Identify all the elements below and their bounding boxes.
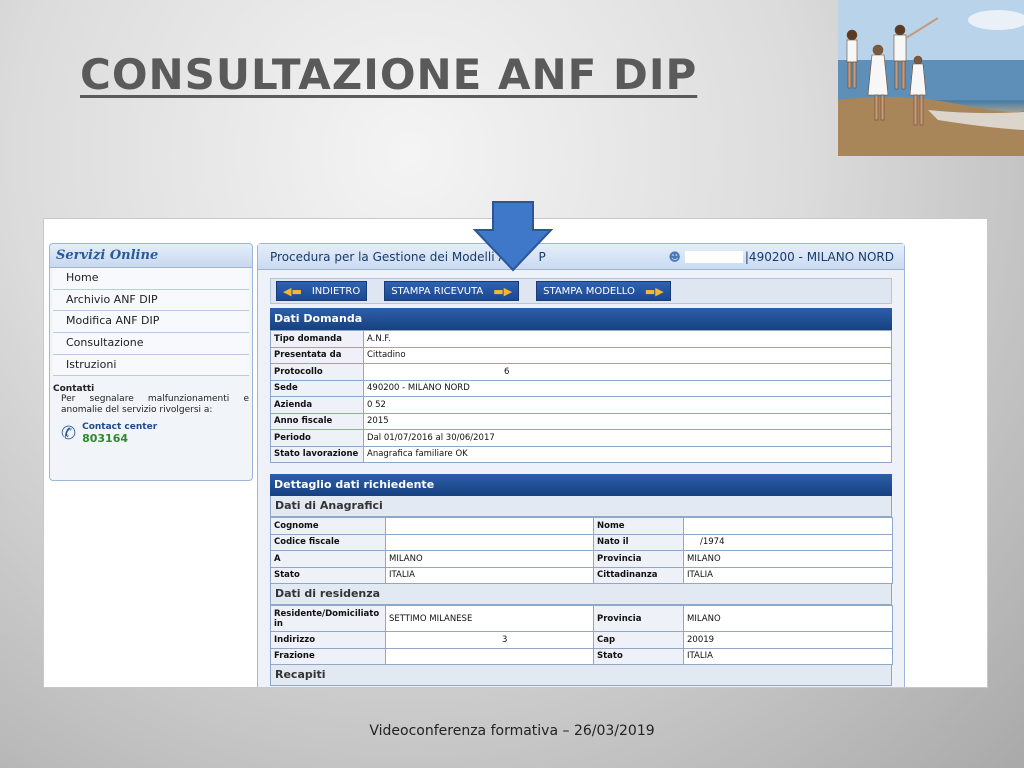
subsection-anagrafici: Dati di Anagrafici xyxy=(270,496,892,517)
table-row: Tipo domanda A.N.F. xyxy=(270,330,892,348)
contact-center-number: 803164 xyxy=(82,432,129,446)
table-row: Presentata da Cittadino xyxy=(270,346,892,364)
sidebar-item-modifica[interactable]: Modifica ANF DIP xyxy=(53,311,249,334)
table-row: Frazione Stato ITALIA xyxy=(270,647,893,665)
beach-photo xyxy=(838,0,1024,156)
arrow-left-icon: ◀▬ xyxy=(283,284,302,298)
phone-icon: ✆ xyxy=(61,423,77,445)
table-row: A MILANO Provincia MILANO xyxy=(270,550,893,568)
subsection-residenza: Dati di residenza xyxy=(270,584,892,605)
arrow-right-icon: ▬▶ xyxy=(493,284,513,298)
table-row: Azienda 0 52 xyxy=(270,396,892,414)
print-receipt-button[interactable]: STAMPA RICEVUTA ▬▶ xyxy=(384,281,520,301)
table-row: Periodo Dal 01/07/2016 al 30/06/2017 xyxy=(270,429,892,447)
procedure-title: Procedura per la Gestione dei Modelli AN… xyxy=(270,249,546,264)
slide-footer: Videoconferenza formativa – 26/03/2019 xyxy=(369,723,655,739)
office-label: |490200 - MILANO NORD xyxy=(744,249,894,264)
table-row: Indirizzo 3 Cap 20019 xyxy=(270,631,893,649)
table-row: Cognome Nome xyxy=(270,517,893,535)
contacts-title: Contatti xyxy=(53,384,95,395)
table-row: Protocollo 6 xyxy=(270,363,892,381)
main-header: Procedura per la Gestione dei Modelli AN… xyxy=(258,244,904,270)
page-number: 33 xyxy=(943,723,961,739)
section-dettaglio-richiedente: Dettaglio dati richiedente xyxy=(270,474,892,496)
sidebar-item-home[interactable]: Home xyxy=(53,268,249,290)
redacted-user xyxy=(684,250,743,263)
application-screenshot: Servizi Online Home Archivio ANF DIP Mod… xyxy=(43,218,988,688)
sidebar-item-archivio[interactable]: Archivio ANF DIP xyxy=(53,289,249,312)
residenza-table: Residente/Domiciliato in SETTIMO MILANESE… xyxy=(270,605,893,665)
slide-title: CONSULTAZIONE ANF DIP xyxy=(80,50,698,99)
arrow-right-icon: ▬▶ xyxy=(644,284,664,298)
contact-center[interactable]: ✆ Contact center 803164 xyxy=(61,422,249,445)
section-dati-domanda: Dati Domanda xyxy=(270,308,892,330)
sidebar-item-consultazione[interactable]: Consultazione xyxy=(53,333,249,355)
table-row: Anno fiscale 2015 xyxy=(270,412,892,430)
table-row: Stato lavorazione Anagrafica familiare OK xyxy=(270,445,892,463)
contacts-box: Contatti Per segnalare malfunzionamenti … xyxy=(50,376,252,453)
sidebar-item-istruzioni[interactable]: Istruzioni xyxy=(53,354,249,377)
sidebar-title: Servizi Online xyxy=(50,244,252,268)
table-row: Stato ITALIA Cittadinanza ITALIA xyxy=(270,566,893,584)
sidebar: Servizi Online Home Archivio ANF DIP Mod… xyxy=(49,243,253,481)
back-button[interactable]: ◀▬ INDIETRO xyxy=(276,281,368,301)
table-row: Sede 490200 - MILANO NORD xyxy=(270,379,892,397)
subsection-recapiti: Recapiti xyxy=(270,665,892,686)
dati-domanda-table: Tipo domanda A.N.F. Presentata da Cittadin… xyxy=(270,330,892,463)
user-icon: ☻ xyxy=(668,249,681,264)
print-model-button[interactable]: STAMPA MODELLO ▬▶ xyxy=(536,281,671,301)
main-panel: Procedura per la Gestione dei Modelli AN… xyxy=(257,243,905,687)
contacts-text: Per segnalare malfunzionamenti e anomali… xyxy=(61,394,249,416)
contact-center-label: Contact center xyxy=(82,422,158,433)
anagrafici-table: Cognome Nome Codice fiscale Nato il/1974 A… xyxy=(270,517,893,584)
table-row: Codice fiscale Nato il/1974 xyxy=(270,533,893,551)
toolbar: ◀▬ INDIETRO STAMPA RICEVUTA ▬▶ STAMPA MO… xyxy=(270,278,892,304)
table-row: Residente/Domiciliato in SETTIMO MILANESE… xyxy=(270,605,893,632)
arrow-down-icon xyxy=(473,201,553,272)
